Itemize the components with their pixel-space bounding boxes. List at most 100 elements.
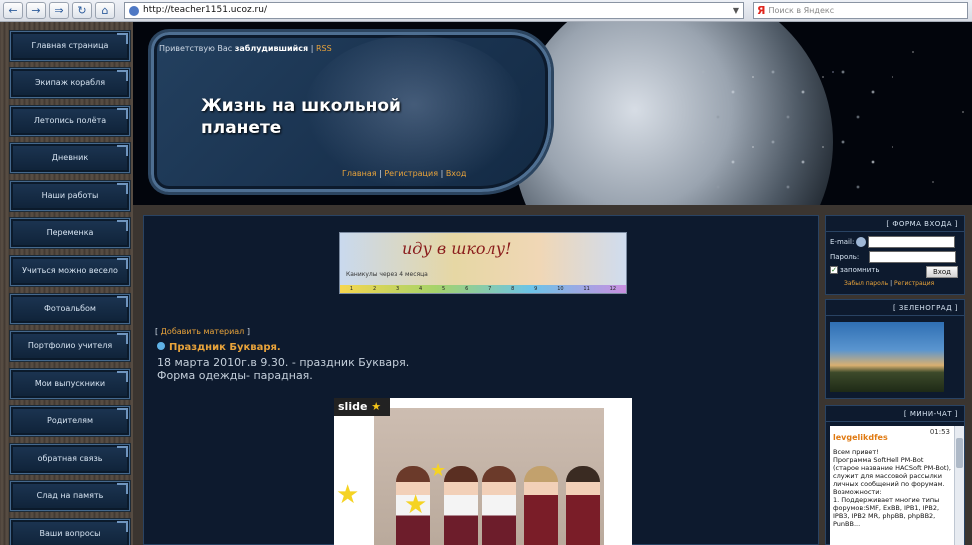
slideshow[interactable]: slide ★ ★ ★ ★ xyxy=(334,398,632,545)
greeting-prefix: Приветствую Вас xyxy=(159,44,233,53)
star-icon: ★ xyxy=(404,490,428,520)
home-icon[interactable]: ⌂ xyxy=(95,2,115,19)
forward-split-icon[interactable]: ⇒ xyxy=(49,2,69,19)
greeting: Приветствую Вас заблудившийся | RSS xyxy=(159,44,332,53)
register-link-small[interactable]: Регистрация xyxy=(894,280,934,287)
mini-chat-title: [ МИНИ-ЧАТ ] xyxy=(826,406,964,422)
banner-caption: Каникулы через 4 месяца xyxy=(346,271,428,278)
address-bar[interactable]: http://teacher1151.ucoz.ru/ ▼ xyxy=(124,2,744,19)
post-title[interactable]: Праздник Букваря. xyxy=(157,342,281,353)
rss-link[interactable]: RSS xyxy=(316,44,332,53)
add-material: [ Добавить материал ] xyxy=(155,327,250,336)
login-link[interactable]: Вход xyxy=(446,169,467,178)
reload-icon[interactable]: ↻ xyxy=(72,2,92,19)
menu-item[interactable]: Наши работы xyxy=(10,181,130,211)
menu-item[interactable]: Экипаж корабля xyxy=(10,68,130,98)
menu-item[interactable]: Мои выпускники xyxy=(10,369,130,399)
slide-photo xyxy=(374,408,604,545)
menu-item[interactable]: Слад на память xyxy=(10,481,130,511)
school-banner: иду в школу! Каникулы через 4 месяца 1 2… xyxy=(339,232,627,294)
login-box-title: [ ФОРМА ВХОДА ] xyxy=(826,216,964,232)
ruler-tick: 4 xyxy=(419,286,423,292)
site-header: Приветствую Вас заблудившийся | RSS Жизн… xyxy=(133,22,972,205)
star-icon: ★ xyxy=(336,480,360,510)
ruler-tick: 2 xyxy=(372,286,377,292)
email-label: E-mail: xyxy=(830,238,855,246)
password-row: Пароль: xyxy=(830,251,957,263)
register-link[interactable]: Регистрация xyxy=(384,169,438,178)
home-link[interactable]: Главная xyxy=(342,169,377,178)
password-field[interactable] xyxy=(869,251,957,263)
child-figure xyxy=(482,466,516,545)
ruler-tick: 7 xyxy=(488,286,492,292)
ruler-tick: 8 xyxy=(511,286,515,292)
chat-user[interactable]: levgelikdfes xyxy=(833,433,888,442)
openid-icon[interactable] xyxy=(856,237,867,247)
header-sep: | xyxy=(440,169,444,178)
menu-item[interactable]: Переменка xyxy=(10,218,130,248)
content-wrapper: иду в школу! Каникулы через 4 месяца 1 2… xyxy=(133,205,972,545)
email-row: E-mail: xyxy=(830,236,956,248)
menu-item[interactable]: Ваши вопросы xyxy=(10,519,130,545)
post-title-text[interactable]: Праздник Букваря. xyxy=(169,342,281,353)
login-links-sep: | xyxy=(890,280,893,287)
ruler-tick: 5 xyxy=(442,286,446,292)
menu-item[interactable]: Фотоальбом xyxy=(10,294,130,324)
menu-item[interactable]: Главная страница xyxy=(10,31,130,61)
login-links: Забыл пароль | Регистрация xyxy=(844,280,934,287)
child-figure xyxy=(566,466,600,545)
menu-item[interactable]: Летопись полёта xyxy=(10,106,130,136)
chat-time: 01:53 xyxy=(929,428,950,436)
forward-icon[interactable]: → xyxy=(26,2,46,19)
greeting-user: заблудившийся xyxy=(234,44,309,53)
remember-checkbox[interactable]: ✓ xyxy=(830,266,838,274)
header-sep: | xyxy=(379,169,382,178)
header-links: Главная | Регистрация | Вход xyxy=(342,169,466,178)
chat-scrollbar[interactable] xyxy=(954,426,964,545)
ruler-tick: 10 xyxy=(557,286,564,292)
child-figure xyxy=(444,466,478,545)
password-label: Пароль: xyxy=(830,253,860,261)
left-menu: Главная страница Экипаж корабля Летопись… xyxy=(0,22,133,545)
site-title: Жизнь на школьной планете xyxy=(201,96,401,138)
forgot-password-link[interactable]: Забыл пароль xyxy=(844,280,888,287)
banner-text: иду в школу! xyxy=(402,239,512,258)
login-box: [ ФОРМА ВХОДА ] E-mail: Пароль: ✓ запомн… xyxy=(825,215,965,295)
slide-label: slide xyxy=(338,400,368,413)
yandex-search-field[interactable]: Я Поиск в Яндекс xyxy=(753,2,968,19)
main-content: иду в школу! Каникулы через 4 месяца 1 2… xyxy=(143,215,819,545)
zelenograd-box: [ ЗЕЛЕНОГРАД ] xyxy=(825,299,965,399)
asteroids-image xyxy=(693,62,893,192)
menu-item[interactable]: Учиться можно весело xyxy=(10,256,130,286)
ruler-tick: 11 xyxy=(583,286,590,292)
site-favicon-icon xyxy=(129,5,139,16)
menu-item[interactable]: Дневник xyxy=(10,143,130,173)
chat-messages: 01:53 levgelikdfes Всем привет! Программ… xyxy=(830,426,956,545)
star-icon: ★ xyxy=(430,460,447,481)
star-icon: ★ xyxy=(371,400,382,413)
post-body: 18 марта 2010г.в 9.30. - праздник Буквар… xyxy=(157,356,409,382)
menu-item[interactable]: Родителям xyxy=(10,406,130,436)
post-bullet-icon xyxy=(157,342,165,350)
bracket-open: [ xyxy=(155,327,159,336)
ruler-tick: 9 xyxy=(534,286,538,292)
mini-chat-box: [ МИНИ-ЧАТ ] 01:53 levgelikdfes Всем при… xyxy=(825,405,965,545)
dropdown-arrow-icon[interactable]: ▼ xyxy=(733,3,739,18)
banner-ruler: 1 2 3 4 5 6 7 8 9 10 11 12 xyxy=(340,285,626,293)
zelenograd-photo[interactable] xyxy=(830,322,944,392)
address-url: http://teacher1151.ucoz.ru/ xyxy=(143,5,267,15)
ruler-tick: 3 xyxy=(395,286,400,292)
slide-badge: slide ★ xyxy=(334,398,390,416)
email-field[interactable] xyxy=(868,236,956,248)
login-submit-button[interactable]: Вход xyxy=(926,266,958,278)
menu-item[interactable]: обратная связь xyxy=(10,444,130,474)
remember-row: ✓ запомнить xyxy=(830,266,879,274)
yandex-logo-icon[interactable]: Я xyxy=(754,4,768,17)
back-icon[interactable]: ← xyxy=(3,2,23,19)
zelenograd-title: [ ЗЕЛЕНОГРАД ] xyxy=(826,300,964,316)
post-line: Форма одежды- парадная. xyxy=(157,369,313,382)
page: ← → ⇒ ↻ ⌂ http://teacher1151.ucoz.ru/ ▼ … xyxy=(0,0,972,545)
menu-item[interactable]: Портфолио учителя xyxy=(10,331,130,361)
bracket-close: ] xyxy=(246,327,250,336)
add-material-link[interactable]: Добавить материал xyxy=(161,327,245,336)
